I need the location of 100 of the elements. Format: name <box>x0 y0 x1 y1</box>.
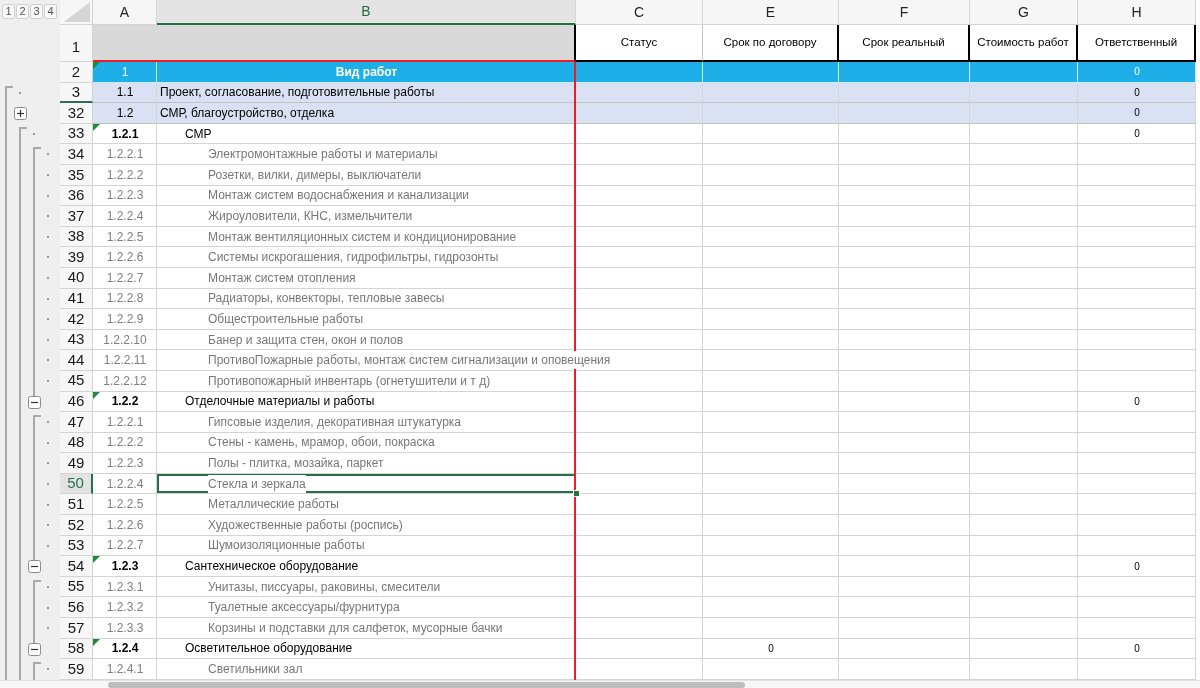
work-number: 1.2.2.3 <box>106 455 144 473</box>
work-number: 1.2.2.4 <box>106 207 144 225</box>
row-header[interactable]: 46 <box>60 391 93 413</box>
row-header[interactable]: 1 <box>60 25 93 62</box>
row-header[interactable]: 47 <box>60 412 93 433</box>
work-number: 1.2.2.1 <box>106 413 144 431</box>
work-number: 1 <box>121 63 129 81</box>
row-header[interactable]: 35 <box>60 164 93 186</box>
minus-icon[interactable] <box>28 395 41 409</box>
row-header[interactable]: 56 <box>60 597 93 619</box>
outline-level-button[interactable]: 2 <box>16 4 29 19</box>
work-name: Монтаж систем водоснабжения и канализации <box>208 186 470 205</box>
work-number: 1.2.3.2 <box>106 599 144 617</box>
work-number: 1.2.2.8 <box>106 290 144 308</box>
work-name: Металлические работы <box>208 495 339 514</box>
responsible-value: 0 <box>1134 106 1140 121</box>
responsible-value: 0 <box>1134 394 1140 409</box>
row-header[interactable]: 51 <box>60 494 93 516</box>
row-header[interactable]: 43 <box>60 329 93 351</box>
work-number: 1.2.2.6 <box>106 516 144 534</box>
column-header[interactable]: B <box>157 0 576 25</box>
column-header[interactable]: F <box>839 0 970 25</box>
row-header[interactable]: 59 <box>60 659 93 680</box>
row-header[interactable]: 2 <box>60 62 93 83</box>
row-header[interactable]: 34 <box>60 144 93 165</box>
plus-icon[interactable] <box>14 107 27 121</box>
column-header[interactable]: H <box>1078 0 1196 25</box>
column-header[interactable]: A <box>93 0 157 25</box>
outline-level-button[interactable]: 3 <box>30 4 43 19</box>
work-number: 1.2.2.3 <box>106 187 144 205</box>
outline-level-button[interactable]: 1 <box>2 4 15 19</box>
work-name: Полы - плитка, мозайка, паркет <box>208 454 384 473</box>
row-header[interactable]: 58 <box>60 638 93 660</box>
work-name: Электромонтажные работы и материалы <box>208 145 438 164</box>
row-header[interactable]: 52 <box>60 515 93 536</box>
work-number: 1.2.3.1 <box>106 578 144 596</box>
responsible-value: 0 <box>1134 559 1140 574</box>
row-header[interactable]: 36 <box>60 185 93 207</box>
work-name: Осветительное оборудование <box>185 639 353 658</box>
row-header[interactable]: 57 <box>60 618 93 639</box>
work-number: 1.2.2.6 <box>106 249 144 267</box>
work-name: Отделочные материалы и работы <box>185 392 375 411</box>
work-name: Проект, согласование, подготовительные работы <box>160 84 435 102</box>
work-name: Сантехническое оборудование <box>185 557 359 576</box>
column-header[interactable]: G <box>970 0 1078 25</box>
work-number: 1.2.2.9 <box>106 310 144 328</box>
work-number: 1.2.2.10 <box>103 331 147 349</box>
work-number: 1.2.1 <box>111 125 139 143</box>
responsible-value: 0 <box>1134 65 1140 80</box>
responsible-value: 0 <box>1134 641 1140 656</box>
work-number: 1.2 <box>116 105 134 122</box>
row-header[interactable]: 33 <box>60 123 93 145</box>
row-header[interactable]: 42 <box>60 309 93 330</box>
active-cell[interactable]: Стекла и зеркала <box>157 473 576 494</box>
work-name: Стены - камень, мрамор, обои, покраска <box>208 433 435 452</box>
row-header[interactable]: 38 <box>60 226 93 248</box>
row-header[interactable]: 32 <box>60 103 93 124</box>
work-name: Шумоизоляционные работы <box>208 536 365 555</box>
work-number: 1.2.2.7 <box>106 537 144 555</box>
work-number: 1.2.2.5 <box>106 228 144 246</box>
work-number: 1.2.2.12 <box>103 372 147 390</box>
work-number: 1.2.4 <box>111 640 139 658</box>
row-header[interactable]: 49 <box>60 453 93 474</box>
work-number: 1.2.2.2 <box>106 166 144 184</box>
work-number: 1.2.2.2 <box>106 434 144 452</box>
row-header[interactable]: 48 <box>60 432 93 454</box>
work-number: 1.2.2.5 <box>106 496 144 514</box>
row-header[interactable]: 41 <box>60 288 93 310</box>
work-number: 1.2.3.3 <box>106 619 144 637</box>
row-header[interactable]: 37 <box>60 206 93 227</box>
work-name: СМР, благоустройство, отделка <box>160 105 335 122</box>
row-header[interactable]: 50 <box>60 473 93 495</box>
row-header[interactable]: 40 <box>60 267 93 289</box>
work-number: 1.2.2.7 <box>106 269 144 287</box>
row-header[interactable]: 39 <box>60 247 93 268</box>
row-header[interactable]: 54 <box>60 556 93 577</box>
minus-icon[interactable] <box>28 642 41 656</box>
row-header[interactable]: 3 <box>60 82 93 104</box>
handle-icon[interactable] <box>573 490 580 498</box>
work-number: 1.2.2.4 <box>106 475 144 493</box>
minus-icon[interactable] <box>28 560 41 574</box>
work-number: 1.1 <box>116 84 134 102</box>
work-number: 1.2.4.1 <box>106 661 144 678</box>
row-header[interactable]: 45 <box>60 370 93 392</box>
contract-term-value: 0 <box>768 641 774 656</box>
work-number: 1.2.2 <box>111 393 139 411</box>
outline-level-button[interactable]: 4 <box>44 4 57 19</box>
horizontal-scrollbar[interactable] <box>0 680 1200 688</box>
work-number: 1.2.2.1 <box>106 146 144 164</box>
responsible-value: 0 <box>1134 127 1140 142</box>
row-header[interactable]: 55 <box>60 576 93 598</box>
row-header[interactable]: 53 <box>60 535 93 557</box>
work-number: 1.2.3 <box>111 558 139 576</box>
column-header[interactable]: E <box>703 0 839 25</box>
row-header[interactable]: 44 <box>60 350 93 371</box>
work-number: 1.2.2.11 <box>103 352 147 370</box>
responsible-value: 0 <box>1134 85 1140 100</box>
column-header[interactable]: C <box>576 0 703 25</box>
scrollbar-thumb[interactable] <box>108 682 745 688</box>
work-name: ПротивоПожарные работы, монтаж систем сигнализации и оповещения <box>208 351 611 370</box>
